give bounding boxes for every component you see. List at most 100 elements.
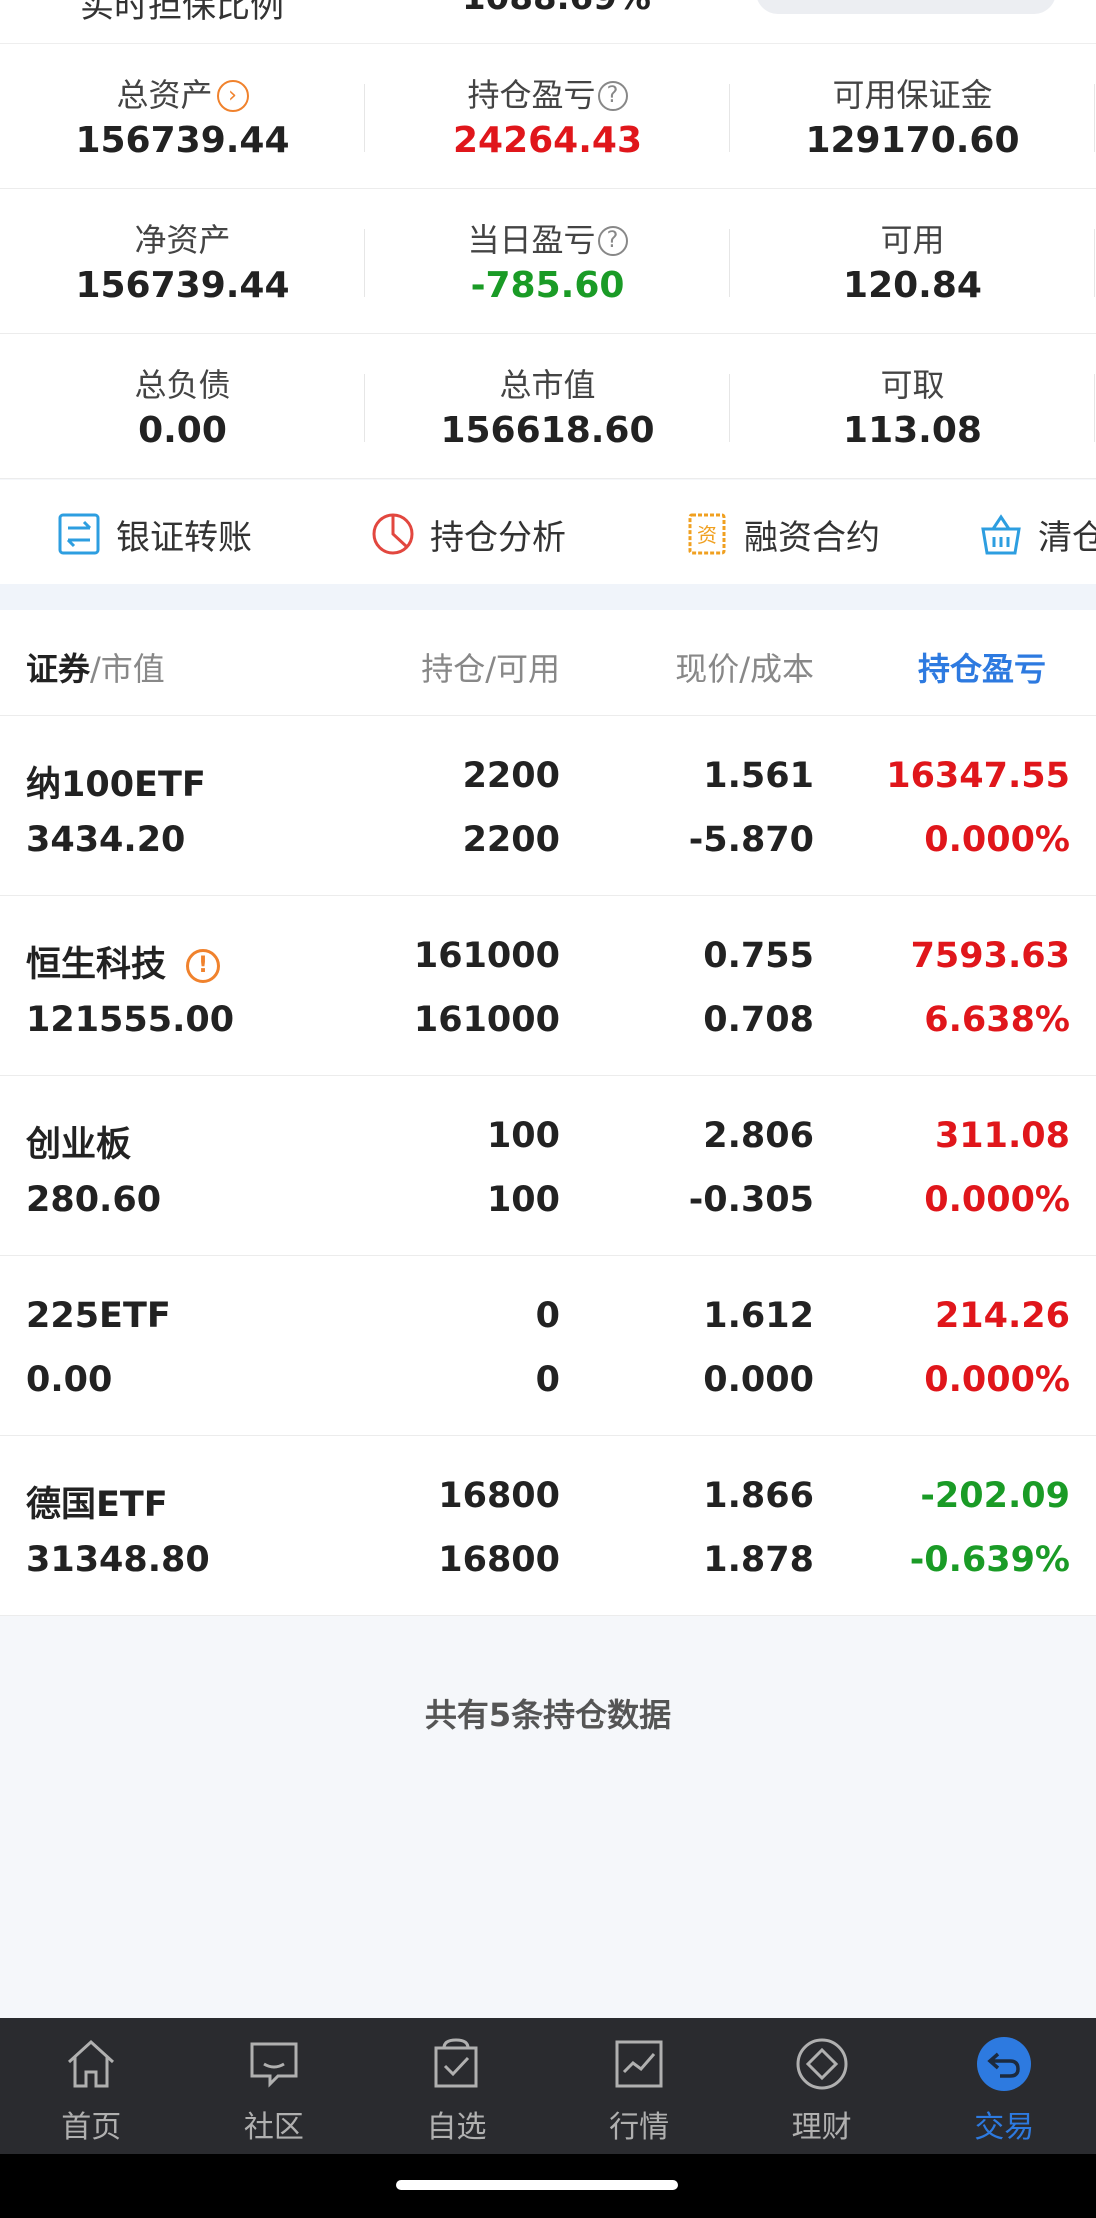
header-price-cost[interactable]: 现价/成本 [675, 644, 814, 690]
pnl-percent: 0.000% [924, 1360, 1070, 1400]
divider [1094, 229, 1095, 297]
table-row[interactable]: 225ETF 0.00 0 0 1.612 0.000 214.26 0.000… [0, 1256, 1096, 1436]
home-indicator[interactable] [396, 2180, 678, 2190]
tab-home[interactable]: 首页 [0, 2018, 183, 2154]
security-name: 225ETF [26, 1296, 171, 1336]
divider [1094, 374, 1095, 442]
current-price: 1.866 [703, 1476, 814, 1516]
security-name: 纳100ETF [26, 765, 206, 805]
market-value: 280.60 [26, 1180, 162, 1220]
divider [364, 374, 365, 442]
available-qty: 2200 [462, 820, 560, 860]
current-price: 1.612 [703, 1296, 814, 1336]
cost-price: 0.708 [703, 1000, 814, 1040]
system-nav-bar [0, 2154, 1096, 2218]
quick-action-label: 银证转账 [116, 517, 252, 558]
tab-label: 交易 [974, 2110, 1035, 2145]
tab-trade[interactable]: 交易 [913, 2018, 1096, 2154]
net-assets-cell: 净资产 156739.44 [0, 189, 365, 333]
tab-label: 社区 [243, 2110, 304, 2145]
current-price: 2.806 [703, 1116, 814, 1156]
quick-action-transfer[interactable]: 银证转账 [56, 510, 252, 558]
section-gap [0, 584, 1096, 610]
market-value: 3434.20 [26, 820, 186, 860]
cost-price: 1.878 [703, 1540, 814, 1580]
tab-wealth[interactable]: 理财 [730, 2018, 913, 2154]
total-market-value-value: 156618.60 [440, 410, 655, 451]
available-value: 120.84 [843, 265, 982, 306]
pnl-value: 214.26 [934, 1296, 1070, 1336]
table-row[interactable]: 恒生科技! 121555.00 161000 161000 0.755 0.70… [0, 896, 1096, 1076]
total-assets-cell[interactable]: 总资产 › 156739.44 [0, 44, 365, 188]
header-holding-available[interactable]: 持仓/可用 [421, 644, 560, 690]
quick-action-label: 清仓 [1038, 517, 1096, 558]
divider [729, 84, 730, 152]
security-name: 恒生科技! [26, 936, 221, 987]
divider [364, 84, 365, 152]
cost-price: -0.305 [688, 1180, 814, 1220]
svg-text:资: 资 [697, 523, 717, 547]
help-icon[interactable]: ? [597, 226, 628, 256]
withdrawable-value: 113.08 [843, 410, 982, 451]
quick-action-margin-contract[interactable]: 资 融资合约 [684, 510, 880, 558]
table-row[interactable]: 德国ETF 31348.80 16800 16800 1.866 1.878 -… [0, 1436, 1096, 1616]
daily-pnl-cell: 当日盈亏? -785.60 [365, 189, 730, 333]
divider [364, 229, 365, 297]
total-liabilities-value: 0.00 [138, 410, 227, 451]
quick-action-label: 持仓分析 [430, 517, 566, 558]
tab-label: 理财 [791, 2110, 852, 2145]
partial-pill-button[interactable] [756, 0, 1056, 14]
quick-action-clear-position[interactable]: 清仓 [978, 510, 1096, 558]
pnl-value: -202.09 [920, 1476, 1070, 1516]
security-name: 创业板 [26, 1125, 132, 1165]
pnl-value: 7593.63 [910, 936, 1070, 976]
guarantee-ratio-label: 实时担保比例 [80, 0, 284, 26]
tab-label: 行情 [609, 2110, 670, 2145]
holdings-count-note: 共有5条持仓数据 [424, 1696, 672, 1734]
net-assets-label: 净资产 [134, 221, 231, 259]
chat-icon [250, 2042, 298, 2088]
table-row[interactable]: 纳100ETF 3434.20 2200 2200 1.561 -5.870 1… [0, 716, 1096, 896]
header-security[interactable]: 证券/市值 [26, 644, 165, 690]
total-assets-value: 156739.44 [75, 120, 290, 161]
holding-pnl-label: 持仓盈亏 [467, 76, 596, 114]
available-label: 可用 [880, 221, 945, 259]
quick-actions-bar: 银证转账 持仓分析 资 融资合约 清仓 [0, 480, 1096, 584]
tab-community[interactable]: 社区 [183, 2018, 366, 2154]
asset-summary: 总资产 › 156739.44 持仓盈亏? 24264.43 可用保证金 1291… [0, 44, 1096, 479]
total-assets-label: 总资产 [116, 76, 213, 114]
holding-pnl-cell: 持仓盈亏? 24264.43 [365, 44, 730, 188]
daily-pnl-label: 当日盈亏 [467, 221, 596, 259]
total-liabilities-label: 总负债 [134, 366, 231, 404]
summary-row-1: 总资产 › 156739.44 持仓盈亏? 24264.43 可用保证金 1291… [0, 44, 1096, 189]
quick-action-label: 融资合约 [744, 517, 880, 558]
divider [729, 229, 730, 297]
current-price: 0.755 [703, 936, 814, 976]
available-qty: 16800 [438, 1540, 560, 1580]
home-icon [68, 2039, 115, 2088]
holdings-table: 证券/市值 持仓/可用 现价/成本 持仓盈亏 纳100ETF 3434.20 2… [0, 610, 1096, 1616]
total-market-value-label: 总市值 [499, 366, 596, 404]
tab-watchlist[interactable]: 自选 [365, 2018, 548, 2154]
watchlist-icon [434, 2038, 478, 2088]
tab-label: 首页 [61, 2110, 122, 2145]
diamond-icon [796, 2038, 848, 2090]
header-holding-pnl[interactable]: 持仓盈亏 [918, 644, 1046, 690]
net-assets-value: 156739.44 [75, 265, 290, 306]
summary-row-3: 总负债 0.00 总市值 156618.60 可取 113.08 [0, 334, 1096, 479]
quick-action-position-analysis[interactable]: 持仓分析 [370, 510, 566, 558]
tab-market[interactable]: 行情 [548, 2018, 731, 2154]
withdrawable-label: 可取 [880, 366, 945, 404]
holding-qty: 2200 [462, 756, 560, 796]
withdrawable-cell: 可取 113.08 [730, 334, 1095, 478]
chevron-right-icon[interactable]: › [216, 80, 249, 112]
help-icon[interactable]: ? [597, 81, 628, 111]
available-qty: 100 [486, 1180, 560, 1220]
market-value: 121555.00 [26, 1000, 235, 1040]
table-row[interactable]: 创业板 280.60 100 100 2.806 -0.305 311.08 0… [0, 1076, 1096, 1256]
market-value: 0.00 [26, 1360, 113, 1400]
pnl-percent: 6.638% [924, 1000, 1070, 1040]
warning-icon[interactable]: ! [186, 949, 221, 983]
security-name: 德国ETF [26, 1485, 168, 1525]
trade-icon [977, 2037, 1032, 2091]
